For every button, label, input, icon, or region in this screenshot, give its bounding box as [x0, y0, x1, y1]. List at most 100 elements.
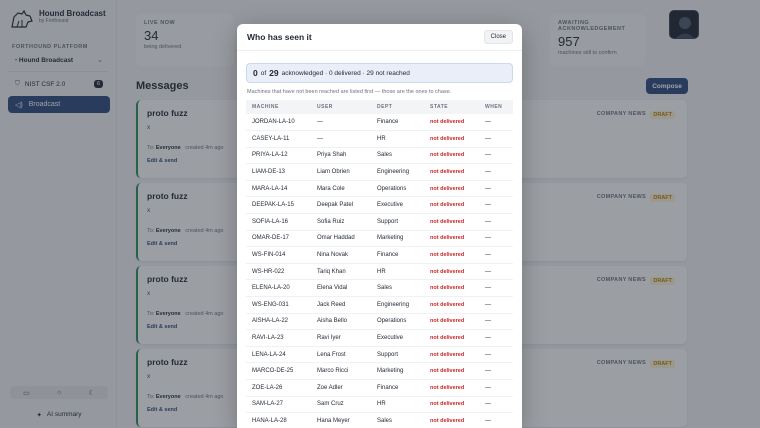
table-row: CASEY-LA-11— HR not delivered — [246, 130, 513, 148]
column-header: WHEN [479, 100, 513, 114]
state-cell: not delivered [424, 329, 479, 347]
dept-cell: Sales [371, 412, 424, 428]
state-cell: not delivered [424, 396, 479, 414]
dialog-header: Who has seen it Close [237, 24, 522, 51]
state-cell: not delivered [424, 230, 479, 248]
state-cell: not delivered [424, 246, 479, 264]
machine-cell: LIAM-DE-13 [246, 163, 311, 181]
user-cell: Elena Vidal [311, 279, 371, 298]
table-row: MARA-LA-14 Mara Cole Operations not deliver… [246, 180, 513, 198]
table-row: MARCO-DE-25 Marco Ricci Marketing not deliv… [246, 362, 513, 380]
table-row: OMAR-DE-17 Omar Haddad Marketing not delive… [246, 230, 513, 248]
state-cell: not delivered [424, 346, 479, 364]
dialog-title: Who has seen it [247, 32, 312, 42]
user-cell: Sam Cruz [311, 396, 371, 414]
machine-cell: JORDAN-LA-10 [246, 114, 311, 132]
machine-cell: ELENA-LA-20 [246, 279, 311, 298]
user-cell: Zoe Adler [311, 379, 371, 397]
state-cell: not delivered [424, 412, 479, 428]
user-cell: Liam Obrien [311, 163, 371, 181]
table-row: WS-HR-022 Tariq Khan HR not delivered — [246, 263, 513, 281]
state-cell: not delivered [424, 114, 479, 132]
machine-cell: CASEY-LA-11 [246, 130, 311, 148]
user-cell: Hana Meyer [311, 412, 371, 428]
user-cell: Sofia Ruiz [311, 213, 371, 231]
when-cell: — [479, 279, 513, 298]
state-cell: not delivered [424, 296, 479, 314]
machine-cell: OMAR-DE-17 [246, 230, 311, 248]
table-row: WS-FIN-014 Nina Novak Finance not delivered… [246, 246, 513, 264]
user-cell: Ravi Iyer [311, 329, 371, 347]
dept-cell: Operations [371, 180, 424, 198]
machine-cell: ZOE-LA-26 [246, 379, 311, 397]
machine-cell: AISHA-LA-22 [246, 313, 311, 331]
when-cell: — [479, 379, 513, 397]
when-cell: — [479, 246, 513, 264]
when-cell: — [479, 163, 513, 181]
user-cell: Priya Shah [311, 147, 371, 165]
table-row: LENA-LA-24 Lena Frost Support not delivered… [246, 346, 513, 364]
machine-cell: DEEPAK-LA-15 [246, 196, 311, 215]
table-row: DEEPAK-LA-15 Deepak Patel Executive not del… [246, 196, 513, 215]
dialog-note: Machines that have not been reached are … [247, 89, 452, 95]
dept-cell: HR [371, 263, 424, 281]
when-cell: — [479, 329, 513, 347]
column-header: DEPT [371, 100, 424, 114]
when-cell: — [479, 396, 513, 414]
user-cell: Mara Cole [311, 180, 371, 198]
user-cell: Jack Reed [311, 296, 371, 314]
machine-cell: RAVI-LA-23 [246, 329, 311, 347]
when-cell: — [479, 180, 513, 198]
table-row: HANA-LA-28 Hana Meyer Sales not delivered — [246, 412, 513, 428]
state-cell: not delivered [424, 279, 479, 298]
machine-cell: HANA-LA-28 [246, 412, 311, 428]
state-cell: not delivered [424, 362, 479, 380]
machine-cell: WS-ENG-031 [246, 296, 311, 314]
machine-cell: WS-FIN-014 [246, 246, 311, 264]
dept-cell: Operations [371, 313, 424, 331]
delivery-table: MACHINE USER DEPT STATE WHEN JORDAN-LA-1… [246, 100, 513, 428]
when-cell: — [479, 263, 513, 281]
when-cell: — [479, 147, 513, 165]
dept-cell: Support [371, 346, 424, 364]
close-button[interactable]: Close [483, 30, 513, 44]
state-cell: not delivered [424, 163, 479, 181]
dept-cell: Sales [371, 147, 424, 165]
dept-cell: Marketing [371, 230, 424, 248]
machine-cell: SAM-LA-27 [246, 396, 311, 414]
when-cell: — [479, 346, 513, 364]
machine-cell: MARCO-DE-25 [246, 362, 311, 380]
machine-cell: MARA-LA-14 [246, 180, 311, 198]
dept-cell: Engineering [371, 163, 424, 181]
state-cell: not delivered [424, 379, 479, 397]
table-row: SAM-LA-27 Sam Cruz HR not delivered — [246, 396, 513, 414]
user-cell: Tariq Khan [311, 263, 371, 281]
dept-cell: HR [371, 130, 424, 148]
state-cell: not delivered [424, 130, 479, 148]
ack-summary: 0 of 29 acknowledged · 0 delivered · 29 not… [246, 63, 513, 83]
state-cell: not delivered [424, 263, 479, 281]
user-cell: Deepak Patel [311, 196, 371, 215]
user-cell: Aisha Bello [311, 313, 371, 331]
state-cell: not delivered [424, 213, 479, 231]
dept-cell: Support [371, 213, 424, 231]
column-header: STATE [424, 100, 479, 114]
state-cell: not delivered [424, 180, 479, 198]
table-row: LIAM-DE-13 Liam Obrien Engineering not deli… [246, 163, 513, 181]
table-row: PRIYA-LA-12 Priya Shah Sales not delivered — [246, 147, 513, 165]
table-row: WS-ENG-031 Jack Reed Engineering not delive… [246, 296, 513, 314]
table-row: RAVI-LA-23 Ravi Iyer Executive not delivere… [246, 329, 513, 347]
user-cell: Nina Novak [311, 246, 371, 264]
table-row: AISHA-LA-22 Aisha Bello Operations not deli… [246, 313, 513, 331]
machine-cell: PRIYA-LA-12 [246, 147, 311, 165]
user-cell: — [311, 130, 371, 148]
user-cell: — [311, 114, 371, 132]
when-cell: — [479, 412, 513, 428]
state-cell: not delivered [424, 147, 479, 165]
dept-cell: Finance [371, 379, 424, 397]
dept-cell: Marketing [371, 362, 424, 380]
table-row: ZOE-LA-26 Zoe Adler Finance not delivered — [246, 379, 513, 397]
user-cell: Omar Haddad [311, 230, 371, 248]
machine-cell: LENA-LA-24 [246, 346, 311, 364]
when-cell: — [479, 296, 513, 314]
